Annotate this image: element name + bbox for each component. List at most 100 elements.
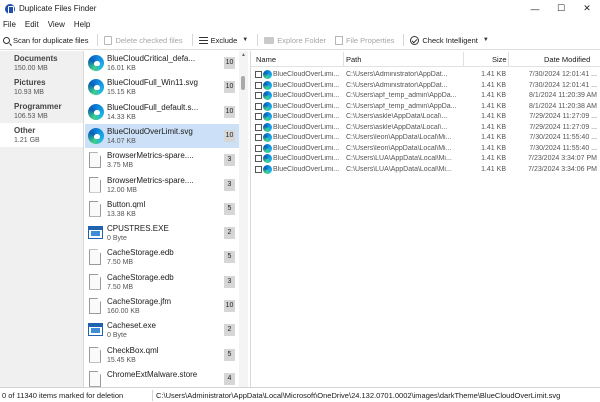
scrollbar-thumb[interactable]	[241, 76, 245, 90]
properties-button-label: File Properties	[346, 35, 395, 45]
scan-button-label: Scan for duplicate files	[13, 35, 89, 45]
group-file-name: BlueCloudFull_default.s...	[107, 102, 199, 112]
group-file-size: 3.75 MB	[107, 162, 134, 170]
duplicate-count-badge: 10	[224, 57, 235, 69]
chevron-down-icon[interactable]: ▼	[242, 37, 248, 43]
group-file-size: 7.50 MB	[107, 259, 134, 267]
edge-icon	[88, 79, 104, 96]
group-file-size: 13.38 KB	[107, 210, 136, 218]
group-file-name: BlueCloudFull_Win11.svg	[107, 78, 199, 88]
duplicate-count-badge: 5	[224, 348, 235, 361]
file-row[interactable]: BlueCloudOverLimi... C:\Users\apf_temp_ad…	[251, 91, 600, 101]
file-path: C:\Users\apf_temp_admin\AppDa...	[346, 102, 457, 110]
window-title: Duplicate Files Finder	[19, 4, 97, 13]
toolbar-separator	[191, 34, 193, 46]
duplicate-group-item[interactable]: CPUSTRES.EXE 0 Byte 2	[85, 221, 240, 245]
toolbar: Scan for duplicate files Delete checked …	[0, 31, 600, 50]
column-divider[interactable]	[508, 52, 509, 66]
maximize-button[interactable]: ☐	[548, 0, 574, 17]
file-checkbox[interactable]	[255, 92, 262, 99]
group-file-name: BlueCloudCritical_defa...	[107, 54, 196, 63]
duplicate-group-item[interactable]: Button.qml 13.38 KB 5	[85, 197, 240, 221]
explore-folder-button[interactable]: Explore Folder	[264, 36, 326, 45]
file-size: 1.41 KB	[481, 144, 506, 152]
duplicate-group-item[interactable]: CacheStorage.edb 7.50 MB 5	[85, 245, 240, 269]
column-header-size[interactable]: Size	[492, 55, 507, 64]
group-file-name: CheckBox.qml	[107, 345, 159, 355]
group-file-name: ChromeExtMalware.store	[107, 369, 198, 379]
check-intelligent-button[interactable]: Check Intelligent ▼	[410, 35, 489, 45]
duplicate-group-item[interactable]: BrowserMetrics-spare.... 12.00 MB 3	[85, 173, 240, 197]
file-checkbox[interactable]	[255, 134, 262, 141]
category-pictures[interactable]: Pictures 10.93 MB	[0, 75, 83, 99]
duplicate-group-item[interactable]: BlueCloudOverLimit.svg 14.07 KB 10	[85, 123, 240, 148]
file-row[interactable]: BlueCloudOverLimi... C:\Users\Administrat…	[251, 70, 600, 80]
file-row[interactable]: BlueCloudOverLimi... C:\Users\leon\AppDat…	[251, 133, 600, 143]
exclude-button[interactable]: Exclude ▼	[198, 36, 248, 45]
file-properties-button[interactable]: File Properties	[335, 35, 395, 45]
group-list-scrollbar[interactable]: ▲	[239, 51, 248, 387]
category-other[interactable]: Other 1.21 GB	[0, 123, 83, 147]
close-button[interactable]: ✕	[574, 0, 600, 17]
duplicate-group-item[interactable]: ChromeExtMalware.store 4	[85, 367, 240, 387]
delete-checked-button[interactable]: Delete checked files	[104, 35, 183, 45]
menu-help[interactable]: Help	[74, 20, 90, 29]
duplicate-group-item[interactable]: CheckBox.qml 15.45 KB 5	[85, 343, 240, 367]
duplicate-count-badge: 5	[224, 251, 235, 264]
file-name: BlueCloudOverLimi...	[273, 144, 340, 152]
category-documents[interactable]: Documents 150.00 MB	[0, 51, 83, 75]
duplicate-count-badge: 3	[224, 275, 235, 288]
duplicate-group-item[interactable]: Cacheset.exe 0 Byte 2	[85, 318, 240, 342]
file-checkbox[interactable]	[255, 144, 262, 152]
edge-icon	[88, 103, 104, 120]
duplicate-group-item[interactable]: BlueCloudFull_Win11.svg 15.15 KB 10	[85, 75, 240, 99]
menu-edit[interactable]: Edit	[25, 20, 39, 29]
file-date-modified: 7/30/2024 12:01:41 ...	[528, 71, 597, 78]
file-row[interactable]: BlueCloudOverLimi... C:\Users\apf_temp_ad…	[251, 101, 600, 112]
group-file-size: 0 Byte	[107, 332, 127, 340]
file-checkbox[interactable]	[255, 102, 262, 110]
file-list-header: Name Path Size Date Modified	[251, 51, 600, 67]
file-checkbox[interactable]	[255, 113, 262, 120]
duplicate-group-item[interactable]: CacheStorage.jfm 160.00 KB 10	[85, 294, 240, 318]
file-checkbox[interactable]	[255, 165, 262, 173]
file-row[interactable]: BlueCloudOverLimi... C:\Users\leon\AppDat…	[251, 143, 600, 154]
file-name: BlueCloudOverLimi...	[273, 134, 340, 141]
minimize-button[interactable]: —	[522, 0, 548, 17]
file-checkbox[interactable]	[255, 71, 262, 78]
duplicate-group-item[interactable]: BlueCloudCritical_defa... 16.01 KB 10	[85, 51, 240, 75]
menu-view[interactable]: View	[48, 20, 65, 29]
category-name: Documents	[14, 54, 58, 63]
file-row[interactable]: BlueCloudOverLimi... C:\Users\askle\AppDa…	[251, 112, 600, 122]
chevron-down-icon[interactable]: ▼	[483, 37, 489, 43]
file-row[interactable]: BlueCloudOverLimi... C:\Users\Administrat…	[251, 80, 600, 91]
scan-button[interactable]: Scan for duplicate files	[3, 36, 88, 45]
category-size: 1.21 GB	[14, 137, 40, 144]
file-path: C:\Users\Administrator\AppDat...	[346, 81, 448, 89]
file-name: BlueCloudOverLimi...	[273, 123, 340, 131]
file-icon	[89, 152, 101, 169]
app-logo-icon	[5, 3, 15, 14]
trash-icon	[104, 35, 113, 45]
check-button-label: Check Intelligent	[422, 35, 478, 45]
column-header-name[interactable]: Name	[256, 55, 276, 64]
duplicate-group-item[interactable]: BrowserMetrics-spare.... 3.75 MB 3	[85, 148, 240, 172]
duplicate-group-item[interactable]: CacheStorage.edb 7.50 MB 3	[85, 270, 240, 294]
file-name: BlueCloudOverLimi...	[273, 165, 340, 173]
file-row[interactable]: BlueCloudOverLimi... C:\Users\LUA\AppData…	[251, 154, 600, 164]
menu-file[interactable]: File	[3, 20, 16, 29]
scroll-up-icon[interactable]: ▲	[239, 52, 248, 60]
delete-button-label: Delete checked files	[115, 35, 183, 45]
file-checkbox[interactable]	[255, 81, 262, 89]
duplicate-group-item[interactable]: BlueCloudFull_default.s... 14.33 KB 10	[85, 100, 240, 124]
file-checkbox[interactable]	[255, 155, 262, 162]
file-checkbox[interactable]	[255, 123, 262, 131]
menu-bar: File Edit View Help	[0, 17, 600, 31]
column-divider[interactable]	[463, 52, 464, 66]
column-divider[interactable]	[343, 52, 344, 66]
file-row[interactable]: BlueCloudOverLimi... C:\Users\askle\AppDa…	[251, 122, 600, 133]
column-header-path[interactable]: Path	[346, 55, 361, 64]
column-header-date[interactable]: Date Modified	[544, 55, 590, 64]
file-row[interactable]: BlueCloudOverLimi... C:\Users\LUA\AppData…	[251, 164, 600, 175]
category-programmer[interactable]: Programmer 106.53 MB	[0, 99, 83, 123]
